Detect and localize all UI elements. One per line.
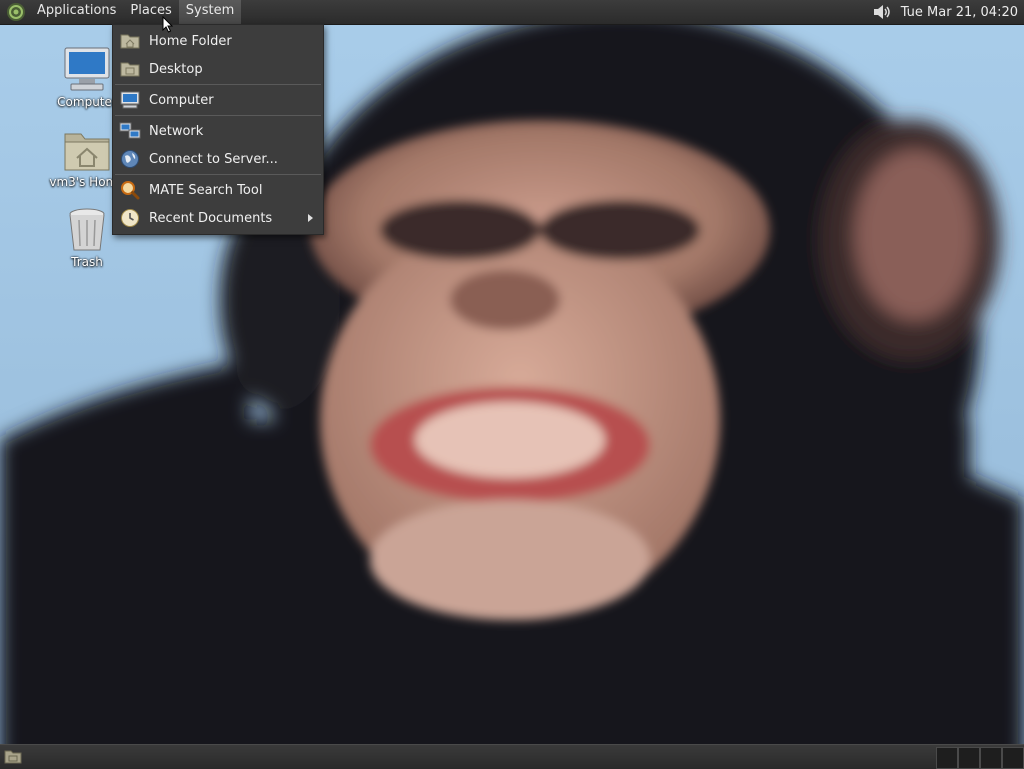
menu-item-mate-search-tool[interactable]: MATE Search Tool [113,176,323,204]
clock[interactable]: Tue Mar 21, 04:20 [901,5,1024,20]
menu-item-label: Recent Documents [149,210,273,226]
menu-item-label: Connect to Server... [149,151,278,167]
mate-logo-icon[interactable] [6,2,26,22]
computer-icon [120,91,140,109]
menu-item-computer[interactable]: Computer [113,86,323,114]
desktop-folder-icon [120,62,140,77]
mouse-cursor-icon [162,16,174,33]
menu-item-home-folder[interactable]: Home Folder [113,27,323,55]
system-menu[interactable]: System [178,0,242,24]
show-desktop-icon[interactable] [4,748,22,765]
menu-item-label: Computer [149,92,214,108]
menu-item-label: Home Folder [149,33,232,49]
desktop-icon-label: Trash [71,255,103,269]
workspace-switcher-1[interactable] [936,747,958,769]
menu-item-label: MATE Search Tool [149,182,263,198]
volume-icon[interactable] [871,2,893,22]
workspace-switcher-2[interactable] [958,747,980,769]
menu-item-label: Network [149,123,204,139]
bottom-panel [0,744,1024,769]
submenu-arrow-icon [308,214,313,222]
network-icon [119,122,141,139]
magnifier-icon [121,181,140,200]
applications-menu[interactable]: Applications [30,0,123,24]
menu-item-network[interactable]: Network [113,117,323,145]
home-folder-icon [64,133,110,171]
globe-icon [121,150,139,168]
home-folder-icon [120,34,140,49]
recent-clock-icon [121,209,139,227]
trash-icon [69,208,105,251]
menu-item-recent-documents[interactable]: Recent Documents [113,204,323,232]
workspace-switcher-4[interactable] [1002,747,1024,769]
computer-icon [64,47,110,91]
menu-separator [115,174,321,175]
menu-item-connect-to-server[interactable]: Connect to Server... [113,145,323,173]
menu-separator [115,115,321,116]
workspace-switcher-3[interactable] [980,747,1002,769]
top-panel: Applications Places System Tue Mar 21, 0… [0,0,1024,25]
menu-item-label: Desktop [149,61,203,77]
menu-separator [115,84,321,85]
places-dropdown-menu: Home Folder Desktop Computer Network Con… [112,24,324,235]
menu-item-desktop[interactable]: Desktop [113,55,323,83]
